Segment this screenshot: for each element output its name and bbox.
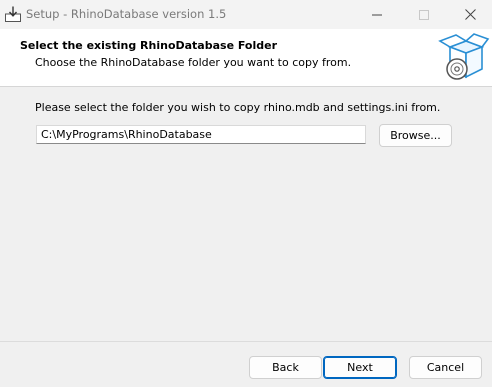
folder-path-input[interactable] [36,125,366,144]
cancel-button[interactable]: Cancel [409,356,482,379]
box-with-disc-icon [436,31,490,85]
page-subtitle: Choose the RhinoDatabase folder you want… [35,56,352,69]
setup-download-icon [4,5,22,23]
footer-divider [0,341,492,342]
wizard-header: Select the existing RhinoDatabase Folder… [0,29,492,87]
maximize-button[interactable] [404,0,444,29]
minimize-icon [372,14,382,15]
close-icon [464,9,476,20]
maximize-icon [419,9,429,20]
title-bar[interactable]: Setup - RhinoDatabase version 1.5 [0,0,492,29]
setup-window: Setup - RhinoDatabase version 1.5 Select… [0,0,492,387]
browse-button[interactable]: Browse... [379,124,452,147]
minimize-button[interactable] [357,0,397,29]
window-title: Setup - RhinoDatabase version 1.5 [26,7,227,21]
page-title: Select the existing RhinoDatabase Folder [20,39,278,52]
next-button[interactable]: Next [323,356,397,379]
instruction-text: Please select the folder you wish to cop… [35,101,441,114]
back-button[interactable]: Back [249,356,322,379]
close-button[interactable] [450,0,490,29]
